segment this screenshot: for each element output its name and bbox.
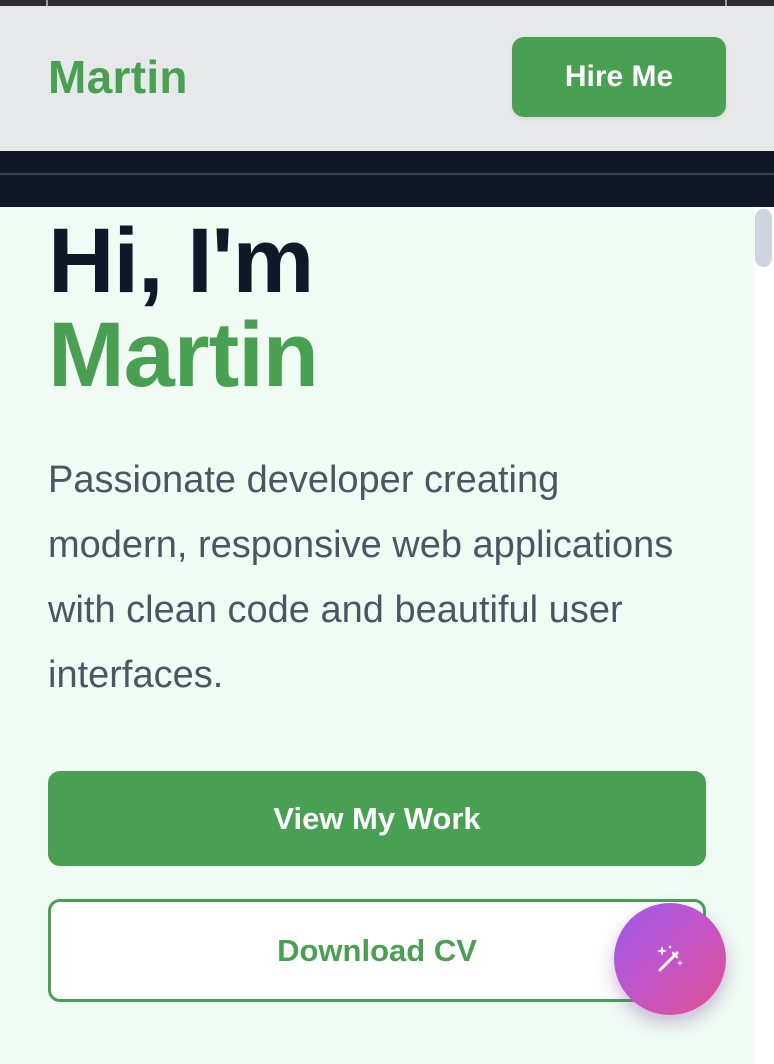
- hero-tagline: Passionate developer creating modern, re…: [48, 459, 674, 696]
- site-header: Martin Hire Me: [0, 6, 774, 151]
- hero-name: Martin: [48, 304, 319, 406]
- magic-action-button[interactable]: [614, 903, 726, 1015]
- magic-wand-icon: [657, 945, 683, 972]
- browser-viewport: Martin Hire Me Hi, I'm Martin Passionate…: [0, 0, 774, 1064]
- site-logo[interactable]: Martin: [48, 50, 188, 104]
- scrollbar-thumb[interactable]: [755, 209, 772, 267]
- download-cv-button[interactable]: Download CV: [48, 899, 706, 1002]
- view-my-work-button[interactable]: View My Work: [48, 771, 706, 866]
- hero-greeting: Hi, I'm: [48, 210, 314, 312]
- hire-me-button[interactable]: Hire Me: [512, 37, 726, 117]
- header-divider: [0, 173, 774, 175]
- header-dark-band: [0, 151, 774, 207]
- scrollbar-track[interactable]: [754, 207, 774, 1064]
